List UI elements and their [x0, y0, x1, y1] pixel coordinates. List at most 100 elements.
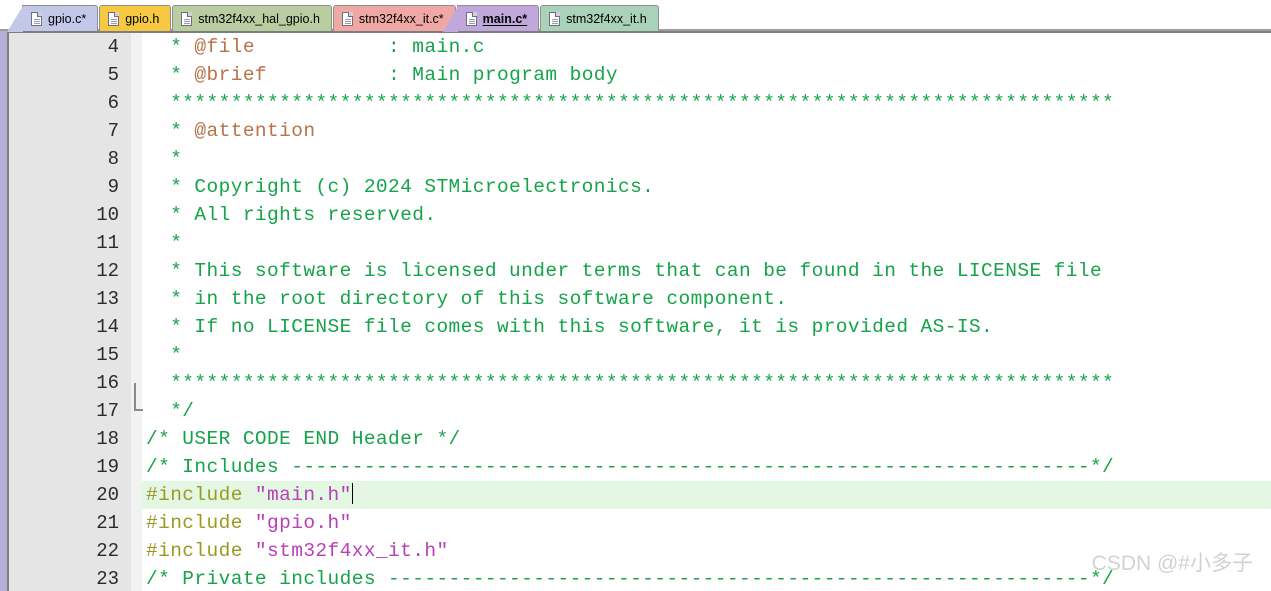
code-token-cmt: /* Private includes --------------------… — [146, 568, 1115, 590]
line-number: 13 — [96, 288, 119, 310]
code-token-cmt: * in the root directory of this software… — [146, 288, 788, 310]
code-token-pp: #include — [146, 512, 255, 534]
line-number: 10 — [96, 204, 119, 226]
line-number: 16 — [96, 372, 119, 394]
code-line-row[interactable]: 7 * @attention — [9, 117, 1271, 145]
code-token-pp: #include — [146, 484, 255, 506]
code-token-pp: #include — [146, 540, 255, 562]
code-line-row[interactable]: 21 #include "gpio.h" — [9, 509, 1271, 537]
code-token-cmt: * If no LICENSE file comes with this sof… — [146, 316, 994, 338]
code-editor-window: gpio.c* gpio.h stm32f4xx_hal_gpio.h stm32f4… — [0, 0, 1271, 591]
line-number: 5 — [107, 64, 119, 86]
editor-tab-label: gpio.h — [125, 11, 160, 26]
code-token-cmt: * — [146, 36, 195, 58]
editor-frame: 4 * @file : main.c 5 * @brief : Main prog… — [0, 31, 1271, 591]
code-line-text: * — [146, 341, 182, 369]
code-token-cmt: /* Includes ----------------------------… — [146, 456, 1115, 478]
file-icon — [465, 11, 477, 26]
code-line-row[interactable]: 15 * — [9, 341, 1271, 369]
code-line-row[interactable]: 18 /* USER CODE END Header */ — [9, 425, 1271, 453]
code-line-row[interactable]: 23 /* Private includes ------------------… — [9, 565, 1271, 591]
line-number: 7 — [107, 120, 119, 142]
code-token-cmt: * — [146, 232, 183, 254]
code-token-cmt: * — [146, 148, 183, 170]
line-number: 8 — [107, 148, 119, 170]
code-line-row[interactable]: 22 #include "stm32f4xx_it.h" — [9, 537, 1271, 565]
code-token-cmt: * Copyright (c) 2024 STMicroelectronics. — [146, 176, 655, 198]
line-number: 15 — [96, 344, 119, 366]
file-icon — [108, 11, 120, 26]
code-token-str: "main.h" — [254, 484, 352, 506]
line-number: 23 — [96, 568, 119, 590]
editor-tab-stm32f4xx-it-c-[interactable]: stm32f4xx_it.c* — [332, 5, 456, 31]
code-token-cmt: */ — [146, 400, 195, 422]
code-token-cmt: * All rights reserved. — [146, 204, 437, 226]
code-fold-end-bracket[interactable] — [134, 383, 143, 411]
code-token-cmt: * — [146, 64, 195, 86]
line-number: 22 — [96, 540, 119, 562]
editor-tab-gpio-h[interactable]: gpio.h — [99, 5, 172, 31]
code-token-tag: @attention — [194, 120, 316, 142]
editor-tab-label: stm32f4xx_hal_gpio.h — [198, 11, 320, 26]
code-line-row[interactable]: 8 * — [9, 145, 1271, 173]
code-line-row[interactable]: 4 * @file : main.c — [9, 33, 1271, 61]
code-line-row[interactable]: 10 * All rights reserved. — [9, 201, 1271, 229]
code-token-cmt: : Main program body — [267, 64, 619, 86]
code-token-str: "stm32f4xx_it.h" — [254, 540, 449, 562]
editor-tab-label: main.c* — [482, 11, 528, 26]
text-cursor — [351, 483, 353, 504]
code-line-text: /* Includes ----------------------------… — [146, 453, 1114, 481]
code-line-row[interactable]: 11 * — [9, 229, 1271, 257]
line-number: 4 — [107, 36, 119, 58]
code-line-text: * @attention — [146, 117, 315, 145]
tab-slant-edge — [7, 6, 23, 32]
editor-tab-label: gpio.c* — [48, 11, 87, 26]
editor-viewport[interactable]: 4 * @file : main.c 5 * @brief : Main prog… — [7, 31, 1271, 591]
code-line-row[interactable]: 9 * Copyright (c) 2024 STMicroelectronic… — [9, 173, 1271, 201]
code-line-text: * @brief : Main program body — [146, 61, 618, 89]
editor-tab-label: stm32f4xx_it.h — [566, 11, 647, 26]
line-number: 17 — [96, 400, 119, 422]
line-number: 12 — [96, 260, 119, 282]
code-line-text: * All rights reserved. — [146, 201, 436, 229]
code-line-row[interactable]: 20 #include "main.h" — [9, 481, 1271, 509]
code-token-cmt: * — [146, 344, 183, 366]
code-line-row[interactable]: 16 *************************************… — [9, 369, 1271, 397]
code-line-row[interactable]: 6 **************************************… — [9, 89, 1271, 117]
line-number: 9 — [107, 176, 119, 198]
code-line-text: */ — [146, 397, 194, 425]
code-line-text: * — [146, 145, 182, 173]
code-line-text: ****************************************… — [146, 369, 1114, 397]
editor-tab-bar: gpio.c* gpio.h stm32f4xx_hal_gpio.h stm32f4… — [0, 0, 1271, 32]
code-line-text: ****************************************… — [146, 89, 1114, 117]
editor-tab-stm32f4xx-hal-gpio-h[interactable]: stm32f4xx_hal_gpio.h — [172, 5, 332, 31]
code-token-cmt: /* USER CODE END Header */ — [146, 428, 461, 450]
editor-tab-stm32f4xx-it-h[interactable]: stm32f4xx_it.h — [540, 5, 659, 31]
editor-tab-gpio-c-[interactable]: gpio.c* — [7, 5, 99, 32]
code-line-text: #include "stm32f4xx_it.h" — [146, 537, 449, 565]
code-line-text: * — [146, 229, 182, 257]
line-number: 20 — [96, 484, 119, 506]
code-line-row[interactable]: 17 */ — [9, 383, 1271, 425]
code-line-row[interactable]: 19 /* Includes --------------------------… — [9, 453, 1271, 481]
editor-tab-label: stm32f4xx_it.c* — [358, 11, 444, 26]
editor-tab-main-c-[interactable]: main.c* — [442, 5, 540, 32]
code-token-tag: @brief — [194, 64, 268, 86]
file-icon — [549, 11, 561, 26]
code-token-cmt: : main.c — [254, 36, 485, 58]
code-line-row[interactable]: 14 * If no LICENSE file comes with this … — [9, 313, 1271, 341]
code-line-row[interactable]: 12 * This software is licensed under ter… — [9, 257, 1271, 285]
line-number: 11 — [96, 232, 119, 254]
code-line-text: * Copyright (c) 2024 STMicroelectronics. — [146, 173, 654, 201]
file-icon — [341, 11, 353, 26]
file-icon — [181, 11, 193, 26]
line-number: 14 — [96, 316, 119, 338]
code-line-row[interactable]: 13 * in the root directory of this softw… — [9, 285, 1271, 313]
code-line-text: #include "main.h" — [146, 481, 353, 509]
code-token-str: "gpio.h" — [254, 512, 352, 534]
code-line-row[interactable]: 5 * @brief : Main program body — [9, 61, 1271, 89]
code-line-text: /* USER CODE END Header */ — [146, 425, 461, 453]
code-token-tag: @file — [194, 36, 255, 58]
code-token-cmt: ****************************************… — [146, 92, 1115, 114]
code-line-text: /* Private includes --------------------… — [146, 565, 1114, 591]
